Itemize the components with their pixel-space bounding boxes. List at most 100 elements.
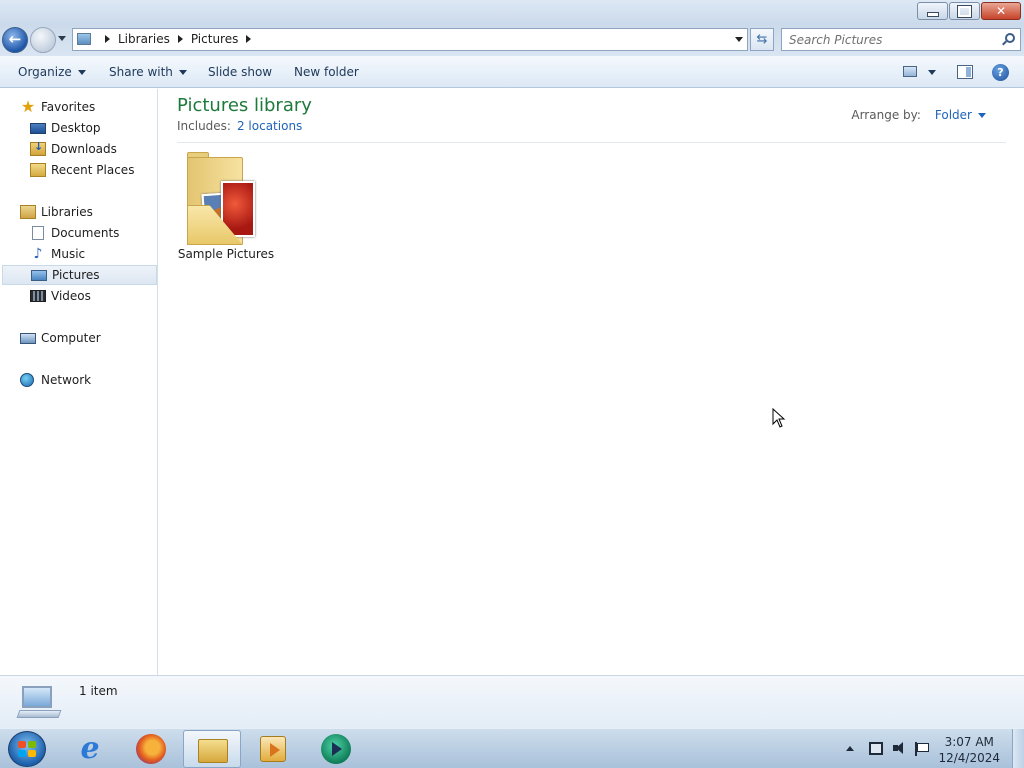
action-center-flag-icon[interactable] <box>915 742 929 756</box>
nav-computer[interactable]: Computer <box>20 328 101 348</box>
organize-label: Organize <box>18 65 72 79</box>
minimize-icon <box>918 3 947 19</box>
arrange-by-dropdown[interactable]: Folder <box>935 108 972 122</box>
nav-music-label: Music <box>51 247 86 261</box>
nav-pictures[interactable]: Pictures <box>2 265 157 285</box>
libraries-icon <box>20 205 36 219</box>
pictures-icon <box>31 269 47 281</box>
start-button[interactable] <box>8 731 46 767</box>
slide-show-button[interactable]: Slide show <box>208 65 272 79</box>
breadcrumb-pictures[interactable]: Pictures <box>191 32 239 46</box>
close-icon: ✕ <box>995 4 1007 18</box>
star-icon: ★ <box>20 97 36 116</box>
nav-recent-places[interactable]: Recent Places <box>30 160 134 180</box>
search-input[interactable] <box>789 32 989 48</box>
nav-computer-label: Computer <box>41 331 101 345</box>
minimize-button[interactable] <box>917 2 948 20</box>
caption-buttons: ✕ <box>916 2 1021 20</box>
nav-downloads[interactable]: Downloads <box>30 139 117 159</box>
change-view-icon[interactable] <box>903 66 917 77</box>
view-options-dropdown[interactable] <box>928 70 936 75</box>
nav-network-label: Network <box>41 373 92 387</box>
new-folder-label: New folder <box>294 65 359 79</box>
windows-logo-icon <box>18 741 36 757</box>
desktop-icon <box>30 122 46 134</box>
music-icon: ♪ <box>33 246 43 262</box>
share-with-button[interactable]: Share with <box>109 65 187 79</box>
nav-videos[interactable]: Videos <box>30 286 91 306</box>
header-divider <box>177 142 1006 143</box>
navigation-pane: ★ Favorites Desktop Downloads Recent Plac… <box>0 89 158 675</box>
taskbar-media-player[interactable] <box>244 730 302 768</box>
nav-libraries-label: Libraries <box>41 205 93 219</box>
library-includes: Includes: 2 locations <box>177 119 302 133</box>
computer-library-icon <box>16 686 62 720</box>
recent-places-icon <box>30 163 46 177</box>
address-dropdown-icon[interactable] <box>735 37 743 42</box>
windows-explorer-icon <box>198 739 228 763</box>
address-bar[interactable]: Libraries Pictures <box>72 28 748 51</box>
chevron-down-icon <box>178 69 187 75</box>
taskbar-internet-explorer[interactable]: e <box>61 730 119 768</box>
taskbar-green-app[interactable] <box>307 730 365 768</box>
breadcrumb-libraries[interactable]: Libraries <box>118 32 170 46</box>
includes-label: Includes: <box>177 119 231 133</box>
volume-icon[interactable] <box>893 742 907 755</box>
chevron-right-icon[interactable] <box>177 35 183 43</box>
refresh-icon: ⇆ <box>756 32 768 47</box>
details-pane: 1 item <box>0 675 1024 728</box>
content-area: Pictures library Includes: 2 locations Ar… <box>159 89 1024 675</box>
nav-desktop[interactable]: Desktop <box>30 118 101 138</box>
nav-pictures-label: Pictures <box>52 268 100 282</box>
close-button[interactable]: ✕ <box>981 2 1021 20</box>
show-desktop-button[interactable] <box>1012 729 1024 768</box>
taskbar-windows-explorer[interactable] <box>183 730 241 768</box>
taskbar-firefox[interactable] <box>122 730 180 768</box>
nav-favorites[interactable]: ★ Favorites <box>20 97 95 117</box>
nav-desktop-label: Desktop <box>51 121 101 135</box>
clock-date: 12/4/2024 <box>938 751 1000 765</box>
help-icon[interactable]: ? <box>992 64 1009 81</box>
media-player-icon <box>260 736 286 762</box>
clock[interactable]: 3:07 AM 12/4/2024 <box>938 734 1000 766</box>
chevron-down-icon[interactable] <box>978 112 986 118</box>
network-tray-icon[interactable] <box>869 742 883 755</box>
breadcrumb: Libraries Pictures <box>97 32 259 46</box>
nav-music[interactable]: ♪ Music <box>30 244 86 264</box>
recent-pages-dropdown[interactable] <box>58 36 66 41</box>
documents-icon <box>32 226 44 240</box>
preview-pane-icon[interactable] <box>957 65 973 79</box>
file-item-label: Sample Pictures <box>177 247 275 261</box>
includes-locations-link[interactable]: 2 locations <box>237 119 302 133</box>
arrange-by-label: Arrange by: <box>851 108 921 122</box>
new-folder-button[interactable]: New folder <box>294 65 359 79</box>
chevron-right-icon[interactable] <box>246 35 252 43</box>
nav-documents[interactable]: Documents <box>30 223 119 243</box>
arrange-by: Arrange by: Folder <box>851 108 986 122</box>
nav-downloads-label: Downloads <box>51 142 117 156</box>
restore-button[interactable] <box>949 2 980 20</box>
nav-recent-places-label: Recent Places <box>51 163 135 177</box>
show-hidden-icons-button[interactable] <box>846 746 854 751</box>
network-icon <box>20 373 34 387</box>
forward-button[interactable] <box>30 27 56 53</box>
back-button[interactable] <box>2 27 28 53</box>
taskbar: e 3:07 AM 12/4/2024 <box>0 728 1024 768</box>
nav-network[interactable]: Network <box>20 370 91 390</box>
green-app-icon <box>321 734 351 764</box>
search-icon[interactable] <box>1005 33 1015 43</box>
nav-libraries[interactable]: Libraries <box>20 202 93 222</box>
command-bar: Organize Share with Slide show New folde… <box>0 56 1024 88</box>
search-box[interactable] <box>781 28 1021 51</box>
refresh-button[interactable]: ⇆ <box>750 28 774 51</box>
chevron-down-icon <box>77 69 86 75</box>
address-row: Libraries Pictures ⇆ <box>0 24 1024 56</box>
file-item-sample-pictures[interactable]: Sample Pictures <box>178 149 274 265</box>
title-bar: ✕ <box>0 0 1024 24</box>
organize-button[interactable]: Organize <box>18 65 86 79</box>
videos-icon <box>30 290 46 302</box>
firefox-icon <box>136 734 166 764</box>
slide-show-label: Slide show <box>208 65 273 79</box>
chevron-right-icon[interactable] <box>105 35 110 43</box>
computer-icon <box>20 332 36 344</box>
